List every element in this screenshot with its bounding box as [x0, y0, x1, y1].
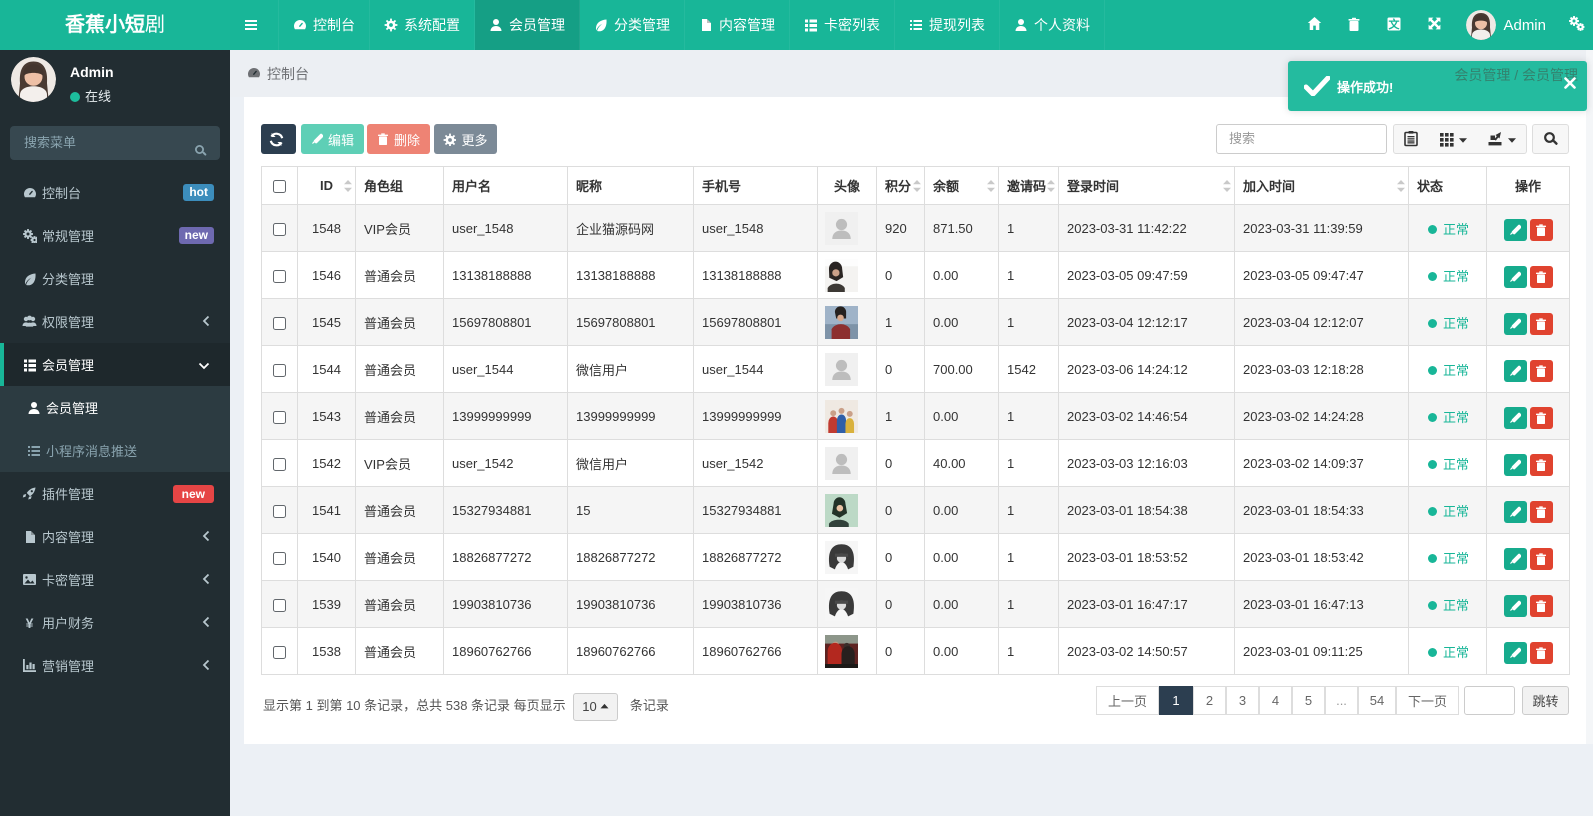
svg-text:文: 文 — [1389, 17, 1401, 31]
